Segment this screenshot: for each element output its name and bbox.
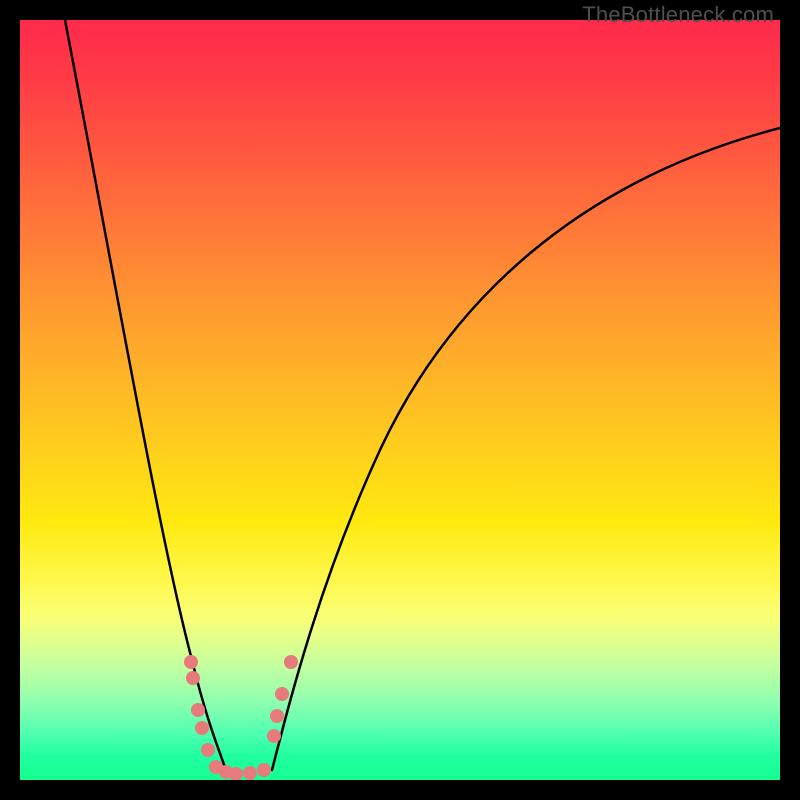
data-point: [257, 763, 271, 777]
curve-left: [65, 20, 226, 770]
data-point: [191, 703, 205, 717]
chart-svg: [20, 20, 780, 780]
data-point: [267, 729, 281, 743]
data-point: [186, 671, 200, 685]
data-point: [201, 743, 215, 757]
data-point: [270, 709, 284, 723]
curve-right: [272, 128, 780, 770]
data-point: [195, 721, 209, 735]
data-point: [243, 766, 257, 780]
data-point: [275, 687, 289, 701]
data-point: [184, 655, 198, 669]
data-points-group: [184, 655, 298, 780]
data-point: [284, 655, 298, 669]
